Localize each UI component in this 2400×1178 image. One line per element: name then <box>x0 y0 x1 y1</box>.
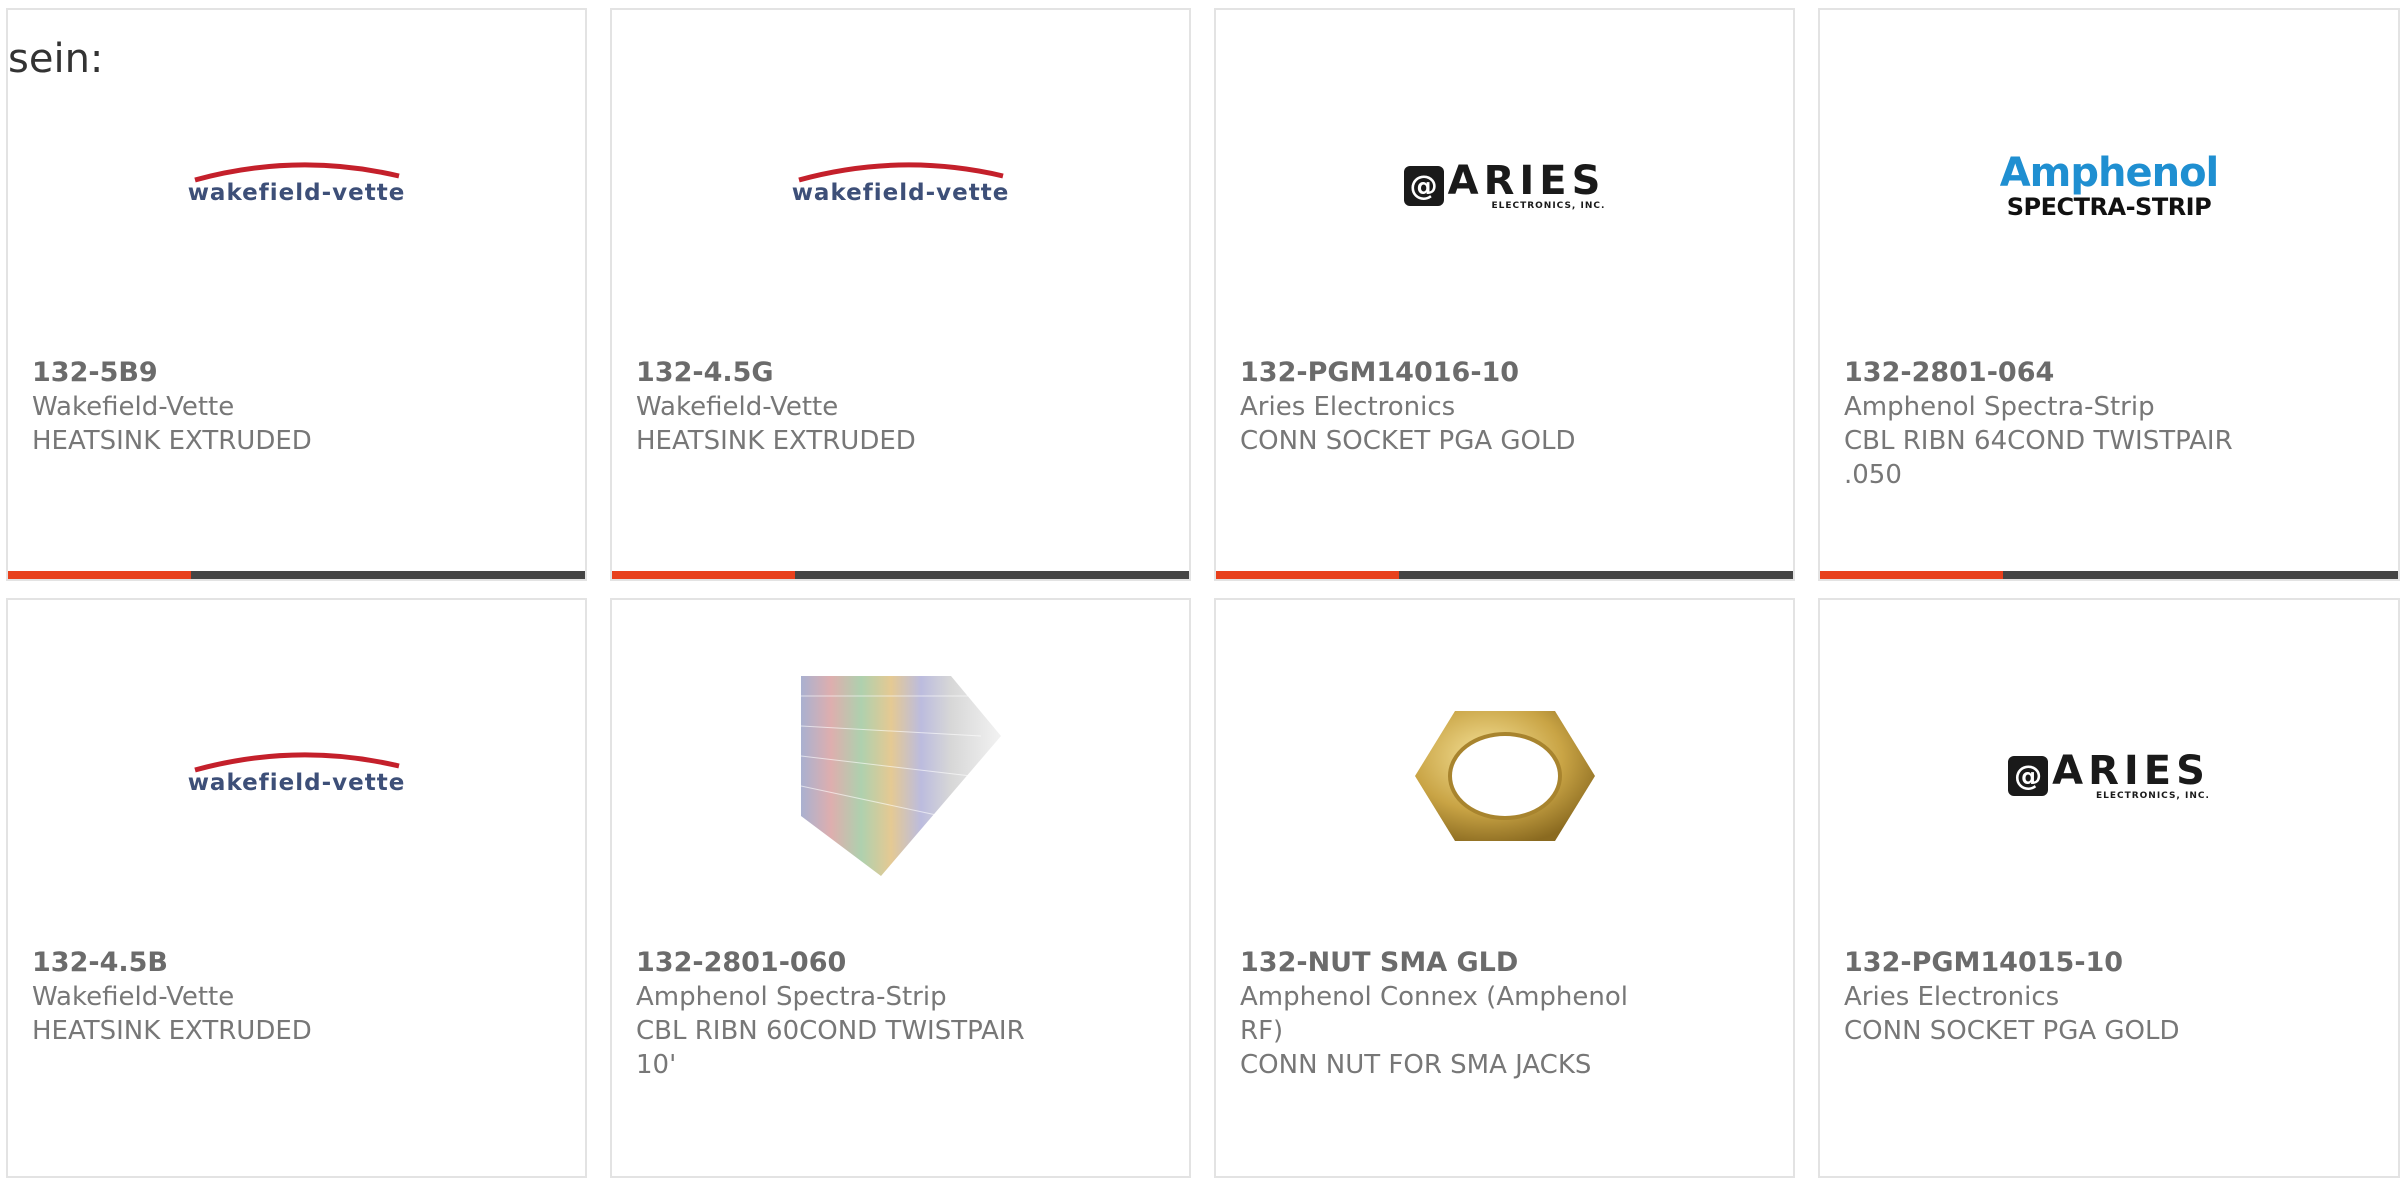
part-number[interactable]: 132-5B9 <box>32 356 561 390</box>
card-accent-bar <box>8 571 585 579</box>
description: HEATSINK EXTRUDED <box>32 426 312 456</box>
part-number[interactable]: 132-PGM14016-10 <box>1240 356 1769 390</box>
product-card[interactable]: wakefield-vette 132-5B9 Wakefield-Vette … <box>6 8 587 581</box>
intro-text: sein: <box>8 36 104 82</box>
product-card[interactable]: wakefield-vette 132-4.5B Wakefield-Vette… <box>6 598 587 1178</box>
description: CONN SOCKET PGA GOLD <box>1844 1016 2180 1046</box>
part-number[interactable]: 132-2801-060 <box>636 946 1165 980</box>
manufacturer: Wakefield-Vette <box>32 392 235 422</box>
product-card[interactable]: @ ARIES ELECTRONICS, INC. 132-PGM14015-1… <box>1818 598 2400 1178</box>
description: HEATSINK EXTRUDED <box>636 426 916 456</box>
wakefield-vette-logo: wakefield-vette <box>612 66 1189 306</box>
product-card[interactable]: @ ARIES ELECTRONICS, INC. 132-PGM14016-1… <box>1214 8 1795 581</box>
aries-logo: @ ARIES ELECTRONICS, INC. <box>1820 656 2398 896</box>
manufacturer: Wakefield-Vette <box>32 982 235 1012</box>
description: CBL RIBN 60COND TWISTPAIR 10' <box>636 1016 1025 1080</box>
wakefield-vette-logo: wakefield-vette <box>8 656 585 896</box>
description: CONN SOCKET PGA GOLD <box>1240 426 1576 456</box>
description: CBL RIBN 64COND TWISTPAIR .050 <box>1844 426 2233 490</box>
card-accent-bar <box>612 571 1189 579</box>
aries-logo: @ ARIES ELECTRONICS, INC. <box>1216 66 1793 306</box>
ribbon-cable-photo <box>612 656 1189 896</box>
manufacturer: Wakefield-Vette <box>636 392 839 422</box>
product-card[interactable]: Amphenol SPECTRA-STRIP 132-2801-064 Amph… <box>1818 8 2400 581</box>
part-number[interactable]: 132-4.5B <box>32 946 561 980</box>
card-accent-bar <box>1820 571 2398 579</box>
product-card[interactable]: wakefield-vette 132-4.5G Wakefield-Vette… <box>610 8 1191 581</box>
description: HEATSINK EXTRUDED <box>32 1016 312 1046</box>
product-card[interactable]: 132-NUT SMA GLD Amphenol Connex (Ampheno… <box>1214 598 1795 1178</box>
manufacturer: Amphenol Spectra-Strip <box>1844 392 2155 422</box>
manufacturer: Amphenol Spectra-Strip <box>636 982 947 1012</box>
amphenol-logo: Amphenol SPECTRA-STRIP <box>1999 150 2220 221</box>
part-number[interactable]: 132-4.5G <box>636 356 1165 390</box>
manufacturer: Aries Electronics <box>1240 392 1456 422</box>
card-accent-bar <box>1216 571 1793 579</box>
part-number[interactable]: 132-2801-064 <box>1844 356 2374 390</box>
product-card[interactable]: 132-2801-060 Amphenol Spectra-Strip CBL … <box>610 598 1191 1178</box>
wakefield-vette-logo: wakefield-vette <box>8 66 585 306</box>
manufacturer: Aries Electronics <box>1844 982 2060 1012</box>
part-number[interactable]: 132-NUT SMA GLD <box>1240 946 1769 980</box>
hex-nut-photo <box>1216 656 1793 896</box>
manufacturer: Amphenol Connex (Amphenol RF) <box>1240 982 1629 1046</box>
part-number[interactable]: 132-PGM14015-10 <box>1844 946 2374 980</box>
description: CONN NUT FOR SMA JACKS <box>1240 1050 1592 1080</box>
